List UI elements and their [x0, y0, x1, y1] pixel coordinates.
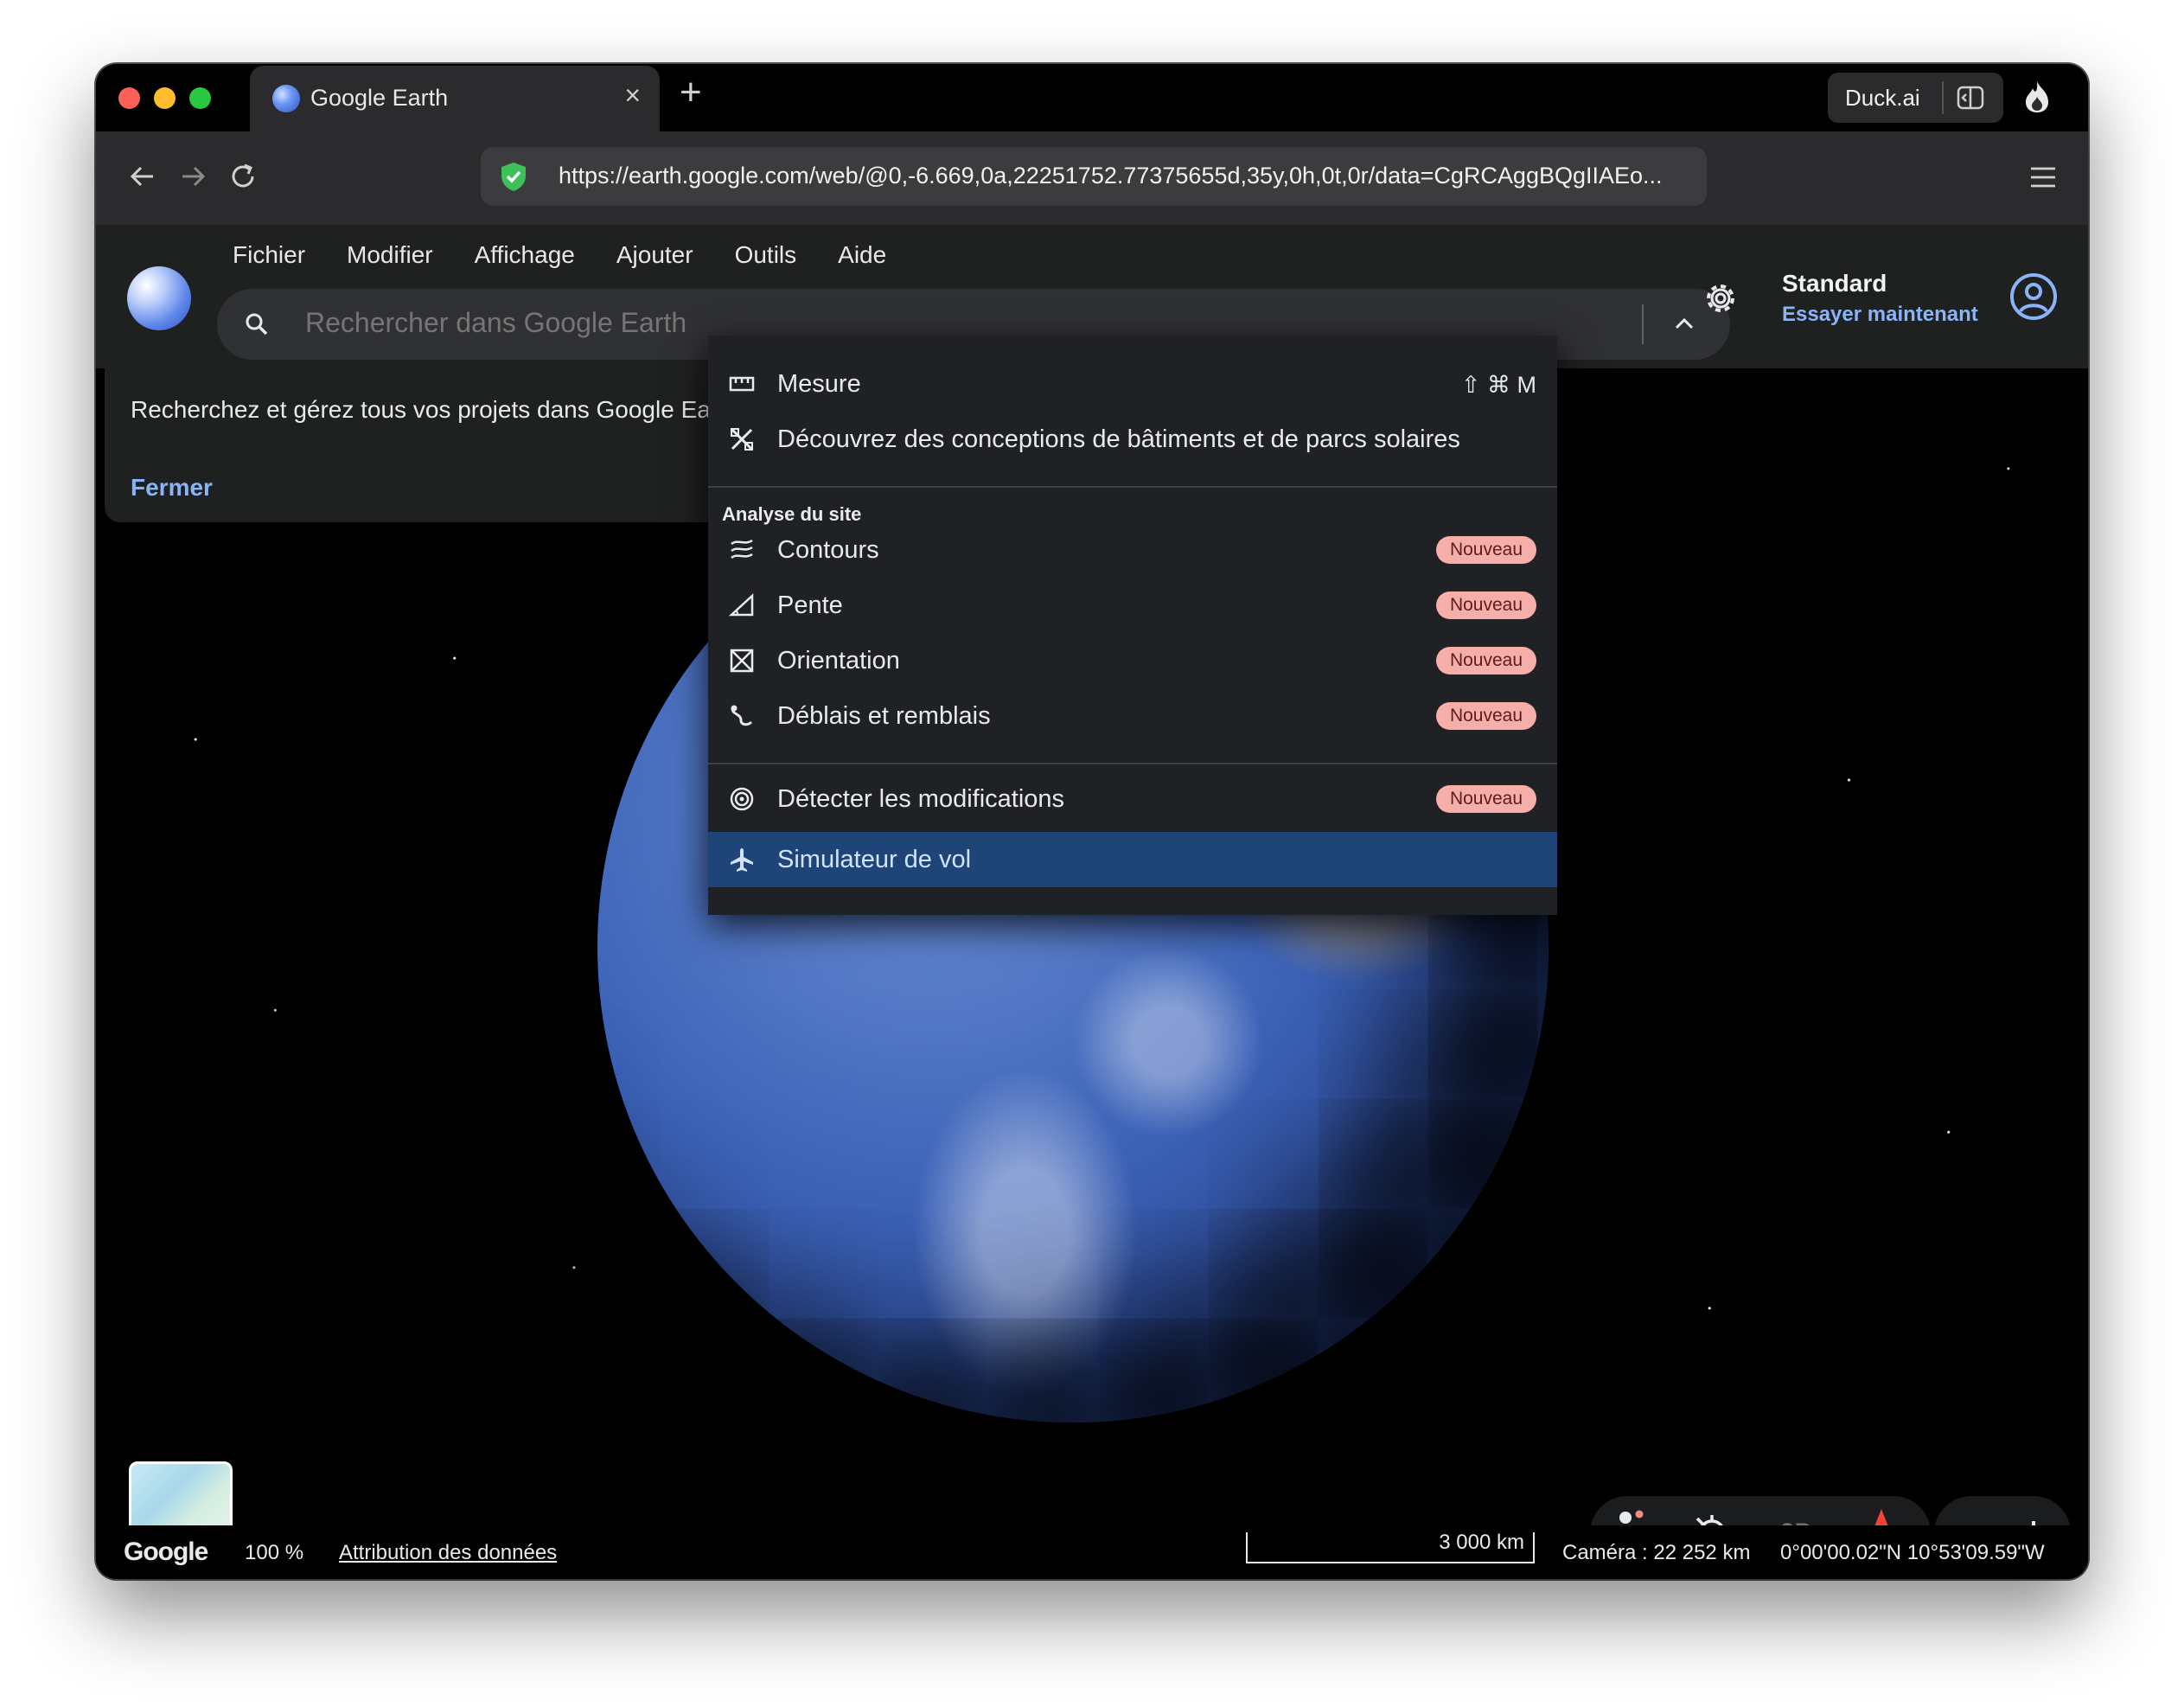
fire-burn-icon[interactable]	[2022, 80, 2052, 114]
close-tab-icon[interactable]: ×	[624, 80, 641, 112]
deblais-label: Déblais et remblais	[777, 702, 991, 730]
google-earth-favicon-icon	[272, 85, 300, 112]
coordinates: 0°00'00.02"N 10°53'09.59"W	[1780, 1541, 2045, 1564]
menu-bar: Fichier Modifier Affichage Ajouter Outil…	[212, 235, 907, 275]
cut-fill-icon	[731, 705, 753, 726]
privacy-shield-icon[interactable]	[498, 161, 529, 192]
simulateur-label: Simulateur de vol	[777, 846, 972, 873]
search-divider	[1642, 304, 1644, 344]
forward-arrow-icon[interactable]	[177, 161, 208, 192]
menu-item-mesure[interactable]: Mesure ⇧ ⌘ M	[708, 356, 1557, 412]
menu-item-orientation[interactable]: Orientation Nouveau	[708, 633, 1557, 688]
menu-item-simulateur[interactable]: Simulateur de vol	[708, 832, 1557, 887]
back-arrow-icon[interactable]	[127, 161, 158, 192]
ruler-icon	[729, 376, 755, 392]
mesure-shortcut: ⇧ ⌘ M	[1460, 372, 1536, 398]
airplane-icon	[731, 848, 753, 872]
menu-item-contours[interactable]: Contours Nouveau	[708, 522, 1557, 578]
settings-gear-icon[interactable]	[1699, 277, 1742, 320]
change-detection-icon	[730, 787, 754, 811]
maximize-window-button[interactable]	[189, 87, 211, 109]
menu-divider	[708, 486, 1557, 488]
camera-altitude: Caméra : 22 252 km	[1562, 1541, 1751, 1564]
menu-modifier[interactable]: Modifier	[326, 235, 454, 275]
menu-affichage[interactable]: Affichage	[454, 235, 596, 275]
menu-divider	[708, 763, 1557, 764]
browser-window: Google Earth × + Duck.ai https://earth.g…	[96, 64, 2088, 1579]
detecter-label: Détecter les modifications	[777, 785, 1065, 813]
duck-ai-label: Duck.ai	[1845, 85, 1920, 111]
decouvrez-label: Découvrez des conceptions de bâtiments e…	[777, 425, 1460, 453]
minimize-window-button[interactable]	[154, 87, 176, 109]
design-tools-icon	[731, 428, 753, 451]
status-bar: Google 100 % Attribution des données 3 0…	[96, 1525, 2088, 1579]
google-earth-app: Fichier Modifier Affichage Ajouter Outil…	[96, 225, 2088, 1579]
try-now-link[interactable]: Essayer maintenant	[1782, 303, 1978, 327]
tooltip-text: Recherchez et gérez tous vos projets dan…	[131, 396, 711, 423]
projects-tooltip-card: Recherchez et gérez tous vos projets dan…	[105, 367, 762, 522]
google-earth-logo-icon[interactable]	[127, 266, 191, 330]
pente-label: Pente	[777, 591, 843, 619]
data-attribution-link[interactable]: Attribution des données	[339, 1541, 557, 1565]
menu-outils[interactable]: Outils	[714, 235, 818, 275]
zoom-level: 100 %	[245, 1541, 304, 1564]
url-text: https://earth.google.com/web/@0,-6.669,0…	[559, 163, 1663, 189]
scale-label: 3 000 km	[1439, 1531, 1524, 1554]
search-input[interactable]	[303, 306, 757, 340]
account-avatar-icon[interactable]	[2008, 272, 2059, 322]
scale-bar[interactable]: 3 000 km	[1246, 1531, 1535, 1563]
orientation-label: Orientation	[777, 647, 900, 674]
tab-google-earth[interactable]: Google Earth ×	[250, 66, 660, 131]
menu-ajouter[interactable]: Ajouter	[596, 235, 714, 275]
close-window-button[interactable]	[118, 87, 140, 109]
hamburger-menu-icon[interactable]	[2028, 164, 2058, 190]
slope-icon	[729, 593, 754, 617]
contours-label: Contours	[777, 536, 879, 564]
tab-bar: Google Earth × + Duck.ai	[96, 64, 2088, 131]
menu-aide[interactable]: Aide	[817, 235, 907, 275]
google-logo: Google	[124, 1538, 208, 1566]
new-tab-icon[interactable]: +	[680, 71, 702, 114]
orientation-icon	[730, 649, 754, 673]
tools-dropdown-menu: Mesure ⇧ ⌘ M Découvrez des conceptions d…	[708, 336, 1557, 915]
close-tooltip-link[interactable]: Fermer	[131, 474, 213, 502]
new-badge: Nouveau	[1435, 702, 1536, 730]
duck-ai-button[interactable]: Duck.ai	[1828, 73, 2003, 123]
reload-icon[interactable]	[227, 161, 259, 192]
sidebar-toggle-icon[interactable]	[1956, 83, 1985, 112]
menu-fichier[interactable]: Fichier	[212, 235, 326, 275]
tab-title: Google Earth	[310, 85, 449, 111]
menu-item-decouvrez[interactable]: Découvrez des conceptions de bâtiments e…	[708, 412, 1557, 467]
menu-item-deblais[interactable]: Déblais et remblais Nouveau	[708, 688, 1557, 744]
new-badge: Nouveau	[1435, 536, 1536, 564]
menu-item-pente[interactable]: Pente Nouveau	[708, 578, 1557, 633]
new-badge: Nouveau	[1435, 647, 1536, 674]
chevron-up-icon[interactable]	[1671, 311, 1697, 337]
contours-icon	[731, 539, 753, 559]
new-badge: Nouveau	[1435, 785, 1536, 813]
navigation-bar: https://earth.google.com/web/@0,-6.669,0…	[96, 131, 2088, 225]
plan-title: Standard	[1782, 270, 1887, 297]
search-icon[interactable]	[243, 310, 271, 338]
menu-item-detecter[interactable]: Détecter les modifications Nouveau	[708, 771, 1557, 827]
duck-divider	[1942, 81, 1944, 114]
mesure-label: Mesure	[777, 370, 861, 398]
new-badge: Nouveau	[1435, 591, 1536, 619]
address-bar[interactable]: https://earth.google.com/web/@0,-6.669,0…	[481, 147, 1707, 206]
